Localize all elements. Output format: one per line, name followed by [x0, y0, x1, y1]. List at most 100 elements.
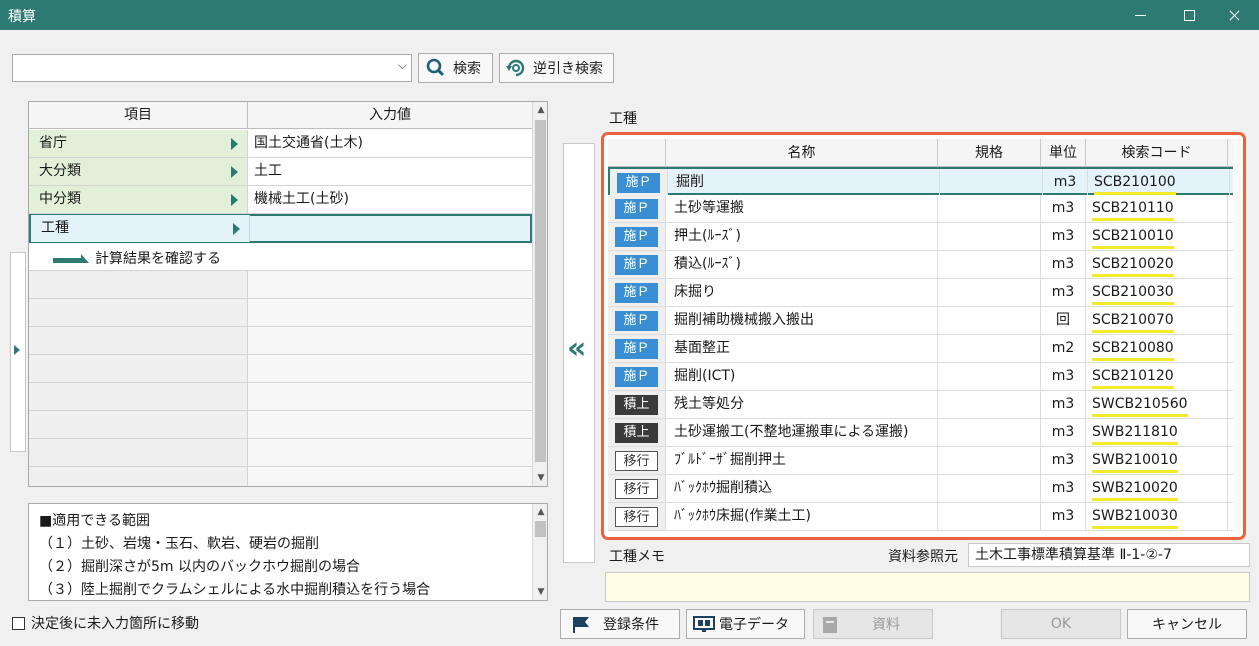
- flag-icon: [573, 617, 589, 633]
- scroll-thumb[interactable]: [535, 120, 546, 462]
- grid-row-work-type[interactable]: 工種: [29, 214, 532, 243]
- close-icon[interactable]: [1220, 4, 1250, 26]
- row-code: SCB210120: [1092, 366, 1174, 389]
- header-name: 名称: [666, 139, 938, 167]
- work-type-row[interactable]: 積上 土砂運搬工(不整地運搬車による運搬) m3 SWB211810: [608, 419, 1239, 447]
- work-type-grid-header: 名称 規格 単位 検索コード: [608, 139, 1239, 167]
- work-type-row[interactable]: 施Ｐ 掘削(ICT) m3 SCB210120: [608, 363, 1239, 391]
- row-key: 省庁: [39, 135, 67, 151]
- grid-row-empty: [29, 299, 532, 327]
- work-type-row[interactable]: 移行 ﾊﾞｯｸﾎｳ床掘(作業土工) m3 SWB210030: [608, 503, 1239, 531]
- reverse-search-button[interactable]: 逆引き検索: [499, 53, 614, 83]
- row-name: 土砂等運搬: [666, 195, 938, 222]
- left-grid-scrollbar[interactable]: ▲ ▼: [532, 102, 547, 486]
- work-type-row[interactable]: 施Ｐ 掘削補助機械搬入搬出 回 SCB210070: [608, 307, 1239, 335]
- calc-result-link[interactable]: 計算結果を確認する: [95, 248, 221, 268]
- expand-arrow-icon[interactable]: [231, 194, 238, 206]
- row-tag-cell: 施Ｐ: [608, 279, 666, 306]
- work-type-scrollbar[interactable]: [1233, 139, 1243, 531]
- row-code-cell: SCB210010: [1086, 223, 1228, 250]
- ok-button[interactable]: OK: [1001, 609, 1121, 639]
- row-tag-badge: 施Ｐ: [615, 367, 658, 387]
- row-code-cell: SWB210010: [1086, 447, 1228, 474]
- header-spec: 規格: [938, 139, 1041, 167]
- row-unit: m3: [1041, 391, 1086, 418]
- row-value[interactable]: 機械土工(土砂): [248, 186, 532, 213]
- expand-arrow-icon[interactable]: [231, 166, 238, 178]
- scroll-thumb[interactable]: [535, 521, 546, 537]
- row-spec: [938, 335, 1041, 362]
- search-button[interactable]: 検索: [418, 53, 493, 83]
- row-key: 中分類: [39, 191, 81, 207]
- row-unit: 回: [1041, 307, 1086, 334]
- work-type-row[interactable]: 移行 ﾌﾞﾙﾄﾞｰｻﾞ掘削押土 m3 SWB210010: [608, 447, 1239, 475]
- row-spec: [938, 503, 1041, 530]
- row-name: 基面整正: [666, 335, 938, 362]
- row-tag-badge: 移行: [615, 479, 658, 499]
- scroll-up-icon[interactable]: ▲: [533, 102, 547, 118]
- row-code-cell: SCB210080: [1086, 335, 1228, 362]
- grid-row-empty: [29, 327, 532, 355]
- move-to-unfilled-checkbox[interactable]: 決定後に未入力箇所に移動: [12, 613, 199, 633]
- minimize-icon[interactable]: [1126, 4, 1156, 26]
- row-unit: m3: [1041, 475, 1086, 502]
- work-type-grid: 名称 規格 単位 検索コード 施Ｐ 掘削 m3 SCB210100 施Ｐ 土砂等運搬 m3 S…: [608, 139, 1243, 531]
- scroll-up-icon[interactable]: ▲: [533, 504, 547, 520]
- grid-row-major-category[interactable]: 大分類 土工: [29, 158, 532, 186]
- left-expand-handle[interactable]: [10, 252, 26, 452]
- checkbox-box[interactable]: [12, 617, 25, 630]
- row-code-cell: SCB210030: [1086, 279, 1228, 306]
- maximize-icon[interactable]: [1174, 4, 1204, 26]
- work-type-list-panel: 名称 規格 単位 検索コード 施Ｐ 掘削 m3 SCB210100 施Ｐ 土砂等運搬 m3 S…: [601, 132, 1246, 540]
- expand-arrow-icon[interactable]: [233, 223, 240, 235]
- register-conditions-label: 登録条件: [603, 617, 659, 633]
- row-tag-cell: 移行: [608, 475, 666, 502]
- work-type-row[interactable]: 施Ｐ 掘削 m3 SCB210100: [608, 167, 1239, 196]
- scroll-down-icon[interactable]: ▼: [533, 470, 547, 486]
- row-tag-badge: 施Ｐ: [615, 199, 658, 219]
- row-value[interactable]: [250, 216, 534, 243]
- row-value[interactable]: 国土交通省(土木): [248, 130, 532, 157]
- row-code: SCB210010: [1092, 226, 1174, 249]
- scope-memo: ■適用できる範囲 （１）土砂、岩塊・玉石、軟岩、硬岩の掘削 （２）掘削深さが5m…: [28, 503, 548, 601]
- work-type-row[interactable]: 施Ｐ 積込(ﾙｰｽﾞ) m3 SCB210020: [608, 251, 1239, 279]
- row-tag-badge: 施Ｐ: [615, 283, 658, 303]
- register-conditions-button[interactable]: 登録条件: [560, 609, 680, 639]
- work-type-row[interactable]: 積上 残土等処分 m3 SWCB210560: [608, 391, 1239, 419]
- row-spec: [938, 223, 1041, 250]
- electronic-data-button[interactable]: 電子データ: [686, 609, 805, 639]
- row-key: 大分類: [39, 163, 81, 179]
- row-name: ﾌﾞﾙﾄﾞｰｻﾞ掘削押土: [666, 447, 938, 474]
- materials-button[interactable]: 資料: [813, 609, 933, 639]
- search-button-label: 検索: [453, 61, 481, 77]
- work-type-row[interactable]: 施Ｐ 床掘り m3 SCB210030: [608, 279, 1239, 307]
- work-type-row[interactable]: 施Ｐ 押土(ﾙｰｽﾞ) m3 SCB210010: [608, 223, 1239, 251]
- memo-scrollbar[interactable]: ▲ ▼: [532, 504, 547, 600]
- row-unit: m3: [1041, 251, 1086, 278]
- row-tag-cell: 施Ｐ: [608, 195, 666, 222]
- row-code-cell: SCB210020: [1086, 251, 1228, 278]
- work-type-row[interactable]: 移行 ﾊﾞｯｸﾎｳ掘削積込 m3 SWB210020: [608, 475, 1239, 503]
- row-tag-cell: 移行: [608, 503, 666, 530]
- grid-row-empty: [29, 355, 532, 383]
- scroll-down-icon[interactable]: ▼: [533, 584, 547, 600]
- row-value[interactable]: 土工: [248, 158, 532, 185]
- row-tag-badge: 積上: [615, 395, 658, 415]
- cancel-button[interactable]: キャンセル: [1127, 609, 1247, 639]
- search-combo[interactable]: ⌵: [12, 54, 412, 82]
- row-spec: [938, 195, 1041, 222]
- work-type-memo-field[interactable]: [605, 572, 1250, 602]
- transfer-left-button[interactable]: «: [563, 143, 595, 563]
- grid-row-middle-category[interactable]: 中分類 機械土工(土砂): [29, 186, 532, 214]
- row-name: 残土等処分: [666, 391, 938, 418]
- grid-row-ministry[interactable]: 省庁 国土交通省(土木): [29, 130, 532, 158]
- row-name: ﾊﾞｯｸﾎｳ掘削積込: [666, 475, 938, 502]
- row-tag-cell: 施Ｐ: [608, 307, 666, 334]
- calc-result-link-row[interactable]: 計算結果を確認する: [29, 243, 532, 271]
- row-code-cell: SWB210030: [1086, 503, 1228, 530]
- work-type-row[interactable]: 施Ｐ 土砂等運搬 m3 SCB210110: [608, 195, 1239, 223]
- work-type-row[interactable]: 施Ｐ 基面整正 m2 SCB210080: [608, 335, 1239, 363]
- row-spec: [938, 363, 1041, 390]
- chevron-down-icon[interactable]: ⌵: [398, 58, 407, 73]
- expand-arrow-icon[interactable]: [231, 138, 238, 150]
